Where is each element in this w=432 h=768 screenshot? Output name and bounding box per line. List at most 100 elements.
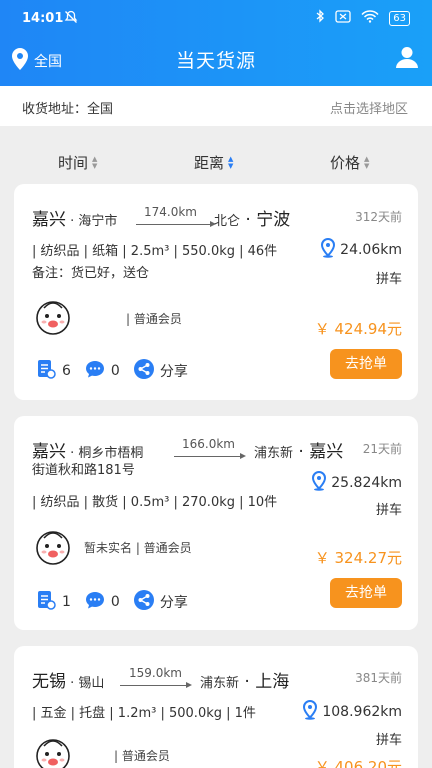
sort-time[interactable]: 时间 ▲ ▼ — [58, 152, 97, 173]
comment-count-value: 0 — [110, 594, 120, 610]
quote-count[interactable]: 6 — [36, 359, 71, 383]
distance-info: 108.962km — [302, 699, 402, 724]
destination-city: 上海 — [255, 672, 290, 692]
share-label: 分享 — [159, 364, 188, 380]
comment-icon — [85, 590, 105, 614]
address-bar[interactable]: 收货地址：全国 点击选择地区 — [0, 86, 432, 126]
bluetooth-icon — [315, 9, 325, 27]
share-button[interactable]: 分享 — [133, 359, 188, 383]
status-bar: 14:01 63 — [0, 0, 432, 38]
route-origin-line2: 街道秋和路181号 — [32, 459, 135, 479]
distance-km: 25.824km — [331, 475, 402, 491]
price: ￥ 406.20元 — [314, 758, 402, 768]
app-header: 14:01 63 全国 当天货源 — [0, 0, 432, 86]
destination-district: 浦东新 — [254, 446, 294, 461]
cargo-spec: | 纺织品 | 散货 | 0.5m³ | 270.0kg | 10件 — [32, 495, 278, 510]
cargo-spec: | 五金 | 托盘 | 1.2m³ | 500.0kg | 1件 — [32, 706, 256, 721]
sort-bar: 时间 ▲ ▼ 距离 ▲ ▼ 价格 ▲ ▼ — [0, 140, 432, 180]
route-arrow-icon — [174, 453, 246, 459]
distance-info: 25.824km — [311, 470, 402, 495]
member-level: 暂未实名 | 普通会员 — [84, 541, 192, 555]
cargo-note: 备注：货已好，送仓 — [32, 266, 150, 281]
comment-icon — [85, 359, 105, 383]
origin-city: 嘉兴 — [32, 210, 66, 230]
comment-count[interactable]: 0 — [85, 359, 120, 383]
origin-city: 无锡 — [32, 672, 66, 692]
sort-arrows-icon: ▲ ▼ — [92, 154, 98, 170]
cargo-card[interactable]: 嘉兴 · 海宁市 174.0km 北仑 · 宁波 312天前 | 纺织品 | 纸… — [14, 184, 418, 400]
map-pin-icon — [302, 699, 318, 724]
quote-count[interactable]: 1 — [36, 590, 71, 614]
sort-time-label: 时间 — [58, 154, 89, 172]
origin-district: 海宁市 — [78, 214, 118, 229]
address-label: 收货地址：全国 — [22, 102, 114, 117]
member-level: | 普通会员 — [114, 749, 170, 763]
quote-count-value: 6 — [62, 363, 71, 379]
cargo-spec: | 纺织品 | 纸箱 | 2.5m³ | 550.0kg | 46件 — [32, 244, 278, 259]
distance-km: 24.06km — [340, 242, 402, 258]
destination-district: 北仑 — [214, 214, 241, 229]
status-time: 14:01 — [22, 11, 64, 26]
route-origin: 无锡 · 锡山 — [32, 672, 105, 692]
comment-count[interactable]: 0 — [85, 590, 120, 614]
destination-city: 嘉兴 — [309, 442, 344, 462]
route-arrow-icon — [120, 682, 192, 688]
sort-price[interactable]: 价格 ▲ ▼ — [330, 152, 369, 173]
route-origin: 嘉兴 · 海宁市 — [32, 210, 118, 230]
route-destination: 浦东新 · 嘉兴 — [254, 442, 344, 462]
sort-price-label: 价格 — [330, 154, 361, 172]
sort-arrows-icon: ▲ ▼ — [228, 154, 234, 170]
cargo-card[interactable]: 无锡 · 锡山 159.0km 浦东新 · 上海 381天前 | 五金 | 托盘… — [14, 646, 418, 768]
origin-district: 锡山 — [78, 676, 105, 691]
shipping-mode: 拼车 — [375, 733, 402, 748]
grab-order-button[interactable]: 去抢单 — [330, 349, 402, 379]
avatar — [34, 528, 70, 565]
map-pin-icon — [311, 470, 327, 495]
battery-icon: 63 — [389, 10, 410, 26]
card-actions: 6 0 分享 — [36, 359, 202, 383]
select-region-link[interactable]: 点击选择地区 — [330, 98, 408, 117]
origin-address: 街道秋和路181号 — [32, 463, 135, 478]
member-level: | 普通会员 — [126, 312, 182, 326]
distance-info: 24.06km — [320, 237, 402, 262]
route-distance: 166.0km — [182, 437, 235, 451]
sim-icon — [335, 9, 351, 27]
price: ￥ 324.27元 — [314, 549, 402, 567]
route-arrow-icon — [136, 221, 216, 227]
price: ￥ 424.94元 — [314, 320, 402, 338]
posted-time: 312天前 — [355, 210, 402, 224]
list-icon — [36, 590, 56, 614]
destination-city: 宁波 — [256, 210, 291, 230]
grab-order-button[interactable]: 去抢单 — [330, 578, 402, 608]
posted-time: 21天前 — [362, 442, 402, 456]
sort-arrows-icon: ▲ ▼ — [364, 154, 370, 170]
posted-time: 381天前 — [355, 671, 402, 685]
route-destination: 浦东新 · 上海 — [200, 672, 290, 692]
share-icon — [133, 590, 154, 614]
share-label: 分享 — [159, 595, 188, 611]
destination-district: 浦东新 — [200, 676, 240, 691]
share-button[interactable]: 分享 — [133, 590, 188, 614]
user-icon[interactable] — [396, 46, 418, 72]
shipping-mode: 拼车 — [375, 272, 402, 287]
share-icon — [133, 359, 154, 383]
quote-count-value: 1 — [62, 594, 71, 610]
comment-count-value: 0 — [110, 363, 120, 379]
wifi-icon — [361, 9, 379, 27]
nav-bar: 全国 当天货源 — [0, 42, 432, 78]
cargo-card[interactable]: 嘉兴 · 桐乡市梧桐 街道秋和路181号 166.0km 浦东新 · 嘉兴 21… — [14, 416, 418, 630]
bell-mute-icon — [64, 10, 78, 28]
shipping-mode: 拼车 — [375, 503, 402, 518]
route-destination: 北仑 · 宁波 — [214, 210, 291, 230]
list-icon — [36, 359, 56, 383]
route-distance: 159.0km — [129, 666, 182, 680]
avatar — [34, 736, 70, 768]
route-distance: 174.0km — [144, 205, 197, 219]
page-title: 当天货源 — [175, 50, 256, 72]
map-pin-icon — [320, 237, 336, 262]
card-actions: 1 0 分享 — [36, 590, 202, 614]
sort-distance[interactable]: 距离 ▲ ▼ — [194, 152, 233, 173]
status-icons: 63 — [315, 9, 410, 27]
distance-km: 108.962km — [322, 704, 402, 720]
avatar — [34, 298, 70, 335]
